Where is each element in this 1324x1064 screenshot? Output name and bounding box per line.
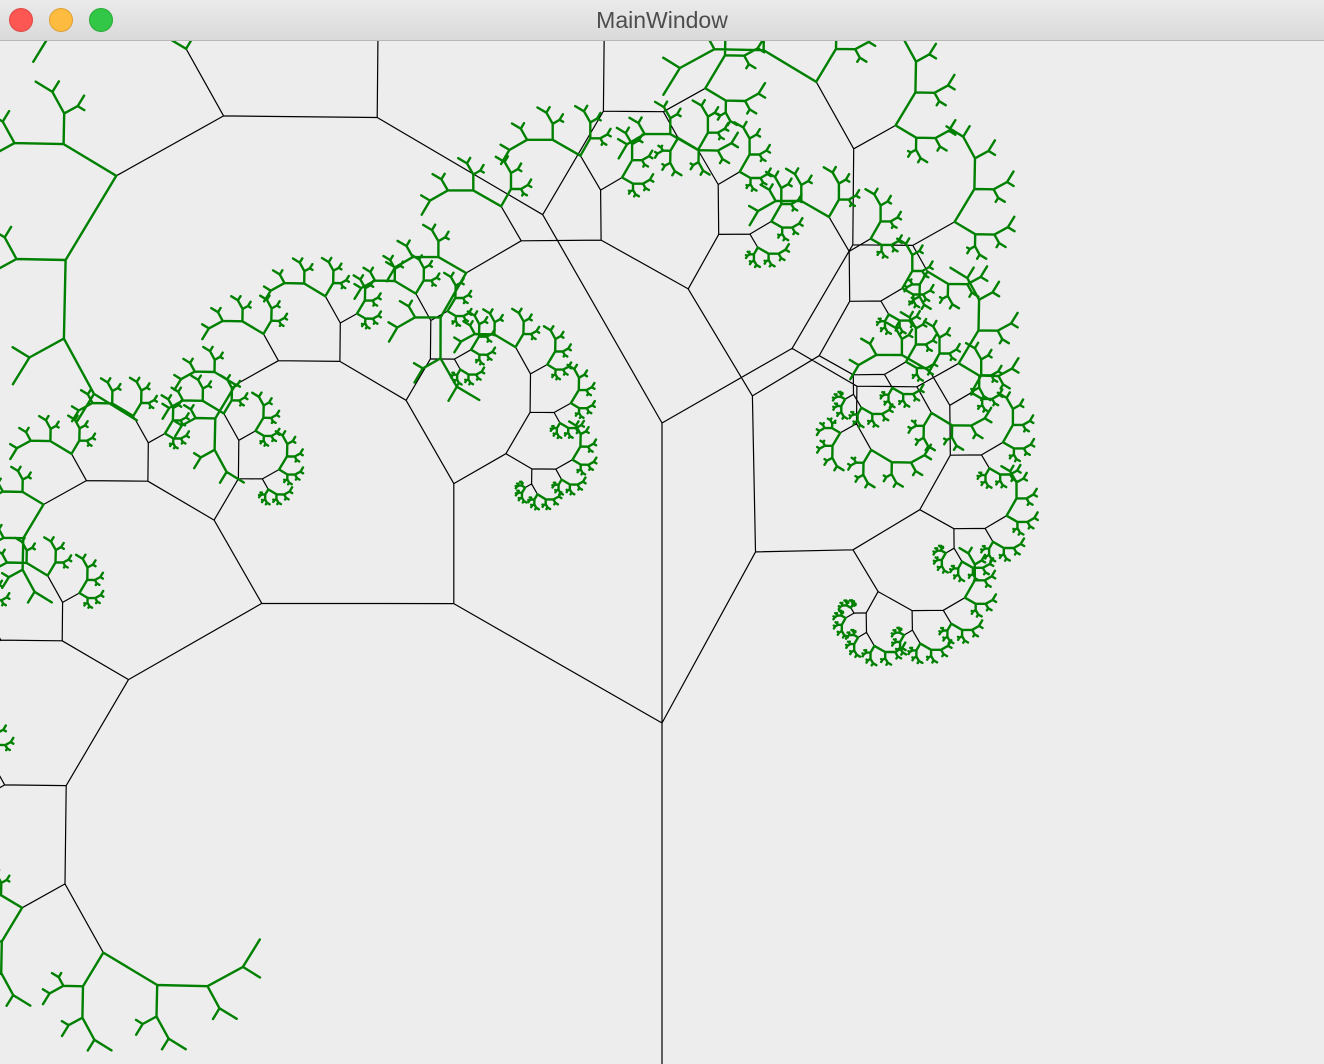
- title-bar[interactable]: MainWindow: [0, 0, 1324, 41]
- window-title: MainWindow: [596, 7, 728, 33]
- tree-leaves: [0, 41, 1039, 1052]
- drawing-canvas: [0, 41, 1324, 1064]
- leaf-clusters: [0, 41, 1039, 1052]
- fractal-tree: [0, 41, 1039, 1064]
- main-window: MainWindow: [0, 0, 1324, 1064]
